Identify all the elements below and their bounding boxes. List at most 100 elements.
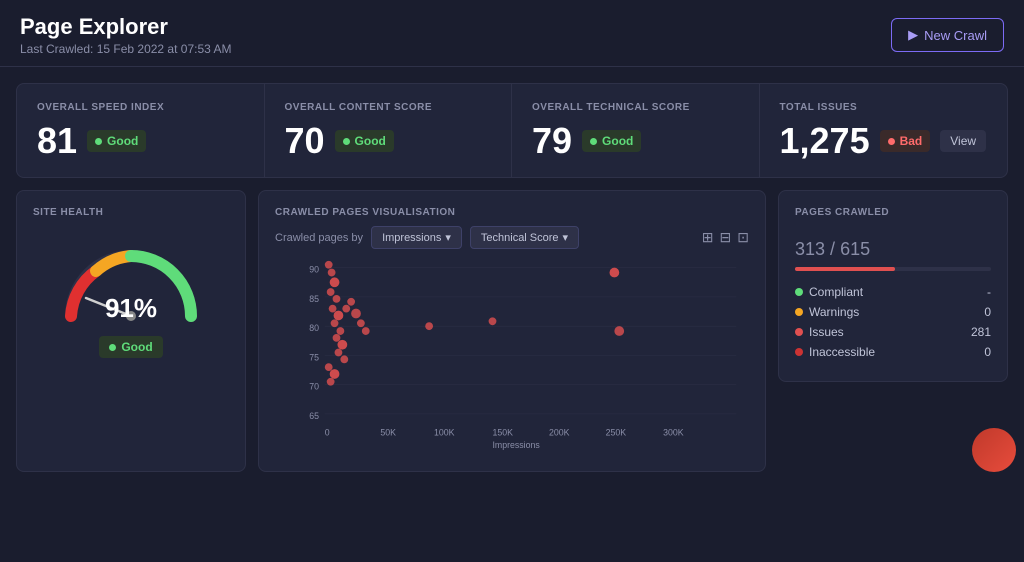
issues-dot — [795, 328, 803, 336]
crawled-progress-bar — [795, 267, 991, 271]
page-title: Page Explorer — [20, 14, 231, 40]
speed-index-label: OVERALL SPEED INDEX — [37, 102, 244, 113]
speed-index-dot — [95, 138, 102, 145]
content-score-dot — [343, 138, 350, 145]
last-crawled-subtitle: Last Crawled: 15 Feb 2022 at 07:53 AM — [20, 42, 231, 56]
issues-label: Issues — [809, 325, 844, 339]
chart-controls: Crawled pages by Impressions ▾ Technical… — [275, 226, 749, 249]
issues-value: 281 — [971, 325, 991, 339]
site-health-badge: Good — [99, 336, 162, 358]
technical-score-dot — [590, 138, 597, 145]
warnings-label: Warnings — [809, 305, 859, 319]
svg-text:70: 70 — [309, 382, 319, 392]
crawled-total-value: / 615 — [825, 239, 870, 259]
svg-text:85: 85 — [309, 294, 319, 304]
technical-score-label: OVERALL TECHNICAL SCORE — [532, 102, 739, 113]
scatter-chart: 90 85 80 75 70 65 0 50K 100K 150K 200K 2… — [275, 255, 749, 450]
pages-crawled-count: 313 / 615 — [795, 226, 991, 263]
impressions-chevron-icon: ▾ — [445, 231, 451, 244]
bottom-right-wrapper: PAGES CRAWLED 313 / 615 Compliant - Warn… — [778, 190, 1008, 472]
technical-score-dropdown-label: Technical Score — [481, 232, 559, 244]
content-score-label: OVERALL CONTENT SCORE — [285, 102, 492, 113]
svg-text:75: 75 — [309, 352, 319, 362]
legend-inaccessible: Inaccessible 0 — [795, 345, 991, 359]
content-score-value: 70 — [285, 123, 325, 159]
chart-icon-1[interactable]: ⊞ — [702, 229, 714, 246]
svg-text:150K: 150K — [493, 427, 514, 437]
inaccessible-dot — [795, 348, 803, 356]
legend-compliant-left: Compliant — [795, 285, 863, 299]
total-issues-dot — [888, 138, 895, 145]
compliant-dot — [795, 288, 803, 296]
gauge-container: 91% — [56, 236, 206, 326]
technical-score-card: OVERALL TECHNICAL SCORE 79 Good — [512, 84, 760, 177]
new-crawl-label: New Crawl — [924, 28, 987, 43]
legend-warnings: Warnings 0 — [795, 305, 991, 319]
header-left: Page Explorer Last Crawled: 15 Feb 2022 … — [20, 14, 231, 56]
content-score-card: OVERALL CONTENT SCORE 70 Good — [265, 84, 513, 177]
chart-icon-2[interactable]: ⊟ — [720, 229, 732, 246]
svg-text:200K: 200K — [549, 427, 570, 437]
pages-crawled-card: PAGES CRAWLED 313 / 615 Compliant - Warn… — [778, 190, 1008, 382]
crawled-pages-title: CRAWLED PAGES VISUALISATION — [275, 207, 749, 218]
crawled-by-label: Crawled pages by — [275, 232, 363, 244]
site-health-title: SITE HEALTH — [33, 207, 103, 218]
site-health-card: SITE HEALTH 91% Good — [16, 190, 246, 472]
legend-issues: Issues 281 — [795, 325, 991, 339]
svg-text:300K: 300K — [663, 427, 684, 437]
speed-index-badge: Good — [87, 130, 146, 152]
speed-index-card: OVERALL SPEED INDEX 81 Good — [17, 84, 265, 177]
technical-score-badge-label: Good — [602, 134, 633, 148]
total-issues-label: TOTAL ISSUES — [780, 102, 988, 113]
total-issues-value: 1,275 — [780, 123, 870, 159]
legend-warnings-left: Warnings — [795, 305, 859, 319]
svg-text:80: 80 — [309, 323, 319, 333]
legend-inaccessible-left: Inaccessible — [795, 345, 875, 359]
svg-text:Impressions: Impressions — [493, 440, 541, 450]
legend-compliant: Compliant - — [795, 285, 991, 299]
speed-index-value-row: 81 Good — [37, 123, 244, 159]
technical-score-value-row: 79 Good — [532, 123, 739, 159]
svg-text:250K: 250K — [606, 427, 627, 437]
technical-score-dropdown[interactable]: Technical Score ▾ — [470, 226, 579, 249]
pages-crawled-title: PAGES CRAWLED — [795, 207, 991, 218]
warnings-value: 0 — [984, 305, 991, 319]
gauge-value: 91% — [105, 293, 157, 324]
total-issues-view-button[interactable]: View — [940, 130, 986, 152]
speed-index-badge-label: Good — [107, 134, 138, 148]
site-health-badge-label: Good — [121, 340, 152, 354]
total-issues-badge-label: Bad — [900, 134, 923, 148]
svg-text:50K: 50K — [380, 427, 396, 437]
svg-text:100K: 100K — [434, 427, 455, 437]
technical-score-chevron-icon: ▾ — [563, 231, 569, 244]
compliant-value: - — [987, 285, 991, 299]
crawled-bar-fill — [795, 267, 895, 271]
inaccessible-label: Inaccessible — [809, 345, 875, 359]
header: Page Explorer Last Crawled: 15 Feb 2022 … — [0, 0, 1024, 67]
total-issues-badge: Bad — [880, 130, 931, 152]
total-issues-card: TOTAL ISSUES 1,275 Bad View — [760, 84, 1008, 177]
content-score-badge: Good — [335, 130, 394, 152]
svg-text:65: 65 — [309, 411, 319, 421]
content-score-badge-label: Good — [355, 134, 386, 148]
inaccessible-value: 0 — [984, 345, 991, 359]
legend-issues-left: Issues — [795, 325, 844, 339]
avatar — [972, 428, 1016, 472]
svg-text:0: 0 — [325, 427, 330, 437]
speed-index-value: 81 — [37, 123, 77, 159]
impressions-dropdown[interactable]: Impressions ▾ — [371, 226, 462, 249]
compliant-label: Compliant — [809, 285, 863, 299]
technical-score-value: 79 — [532, 123, 572, 159]
crawled-count-value: 313 — [795, 239, 825, 259]
impressions-label: Impressions — [382, 232, 441, 244]
metrics-row: OVERALL SPEED INDEX 81 Good OVERALL CONT… — [16, 83, 1008, 178]
chart-icon-3[interactable]: ⊡ — [737, 229, 749, 246]
content-score-value-row: 70 Good — [285, 123, 492, 159]
bottom-section: SITE HEALTH 91% Good CRAWLED PAGES — [16, 190, 1008, 472]
warnings-dot — [795, 308, 803, 316]
total-issues-value-row: 1,275 Bad View — [780, 123, 988, 159]
site-health-dot — [109, 344, 116, 351]
crawled-pages-card: CRAWLED PAGES VISUALISATION Crawled page… — [258, 190, 766, 472]
chart-icons: ⊞ ⊟ ⊡ — [702, 229, 749, 246]
new-crawl-button[interactable]: ▶ New Crawl — [891, 18, 1004, 52]
